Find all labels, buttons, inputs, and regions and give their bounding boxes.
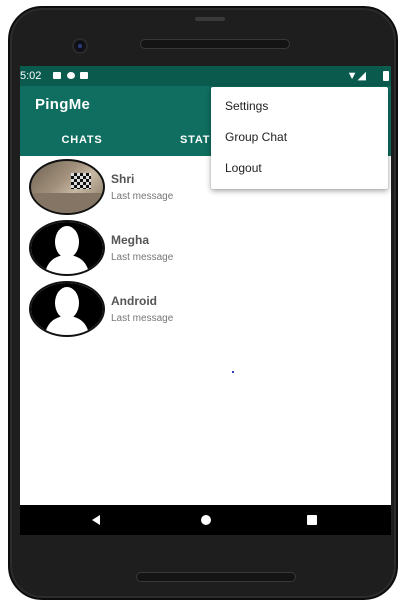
avatar-photo-monitor xyxy=(71,173,91,189)
overflow-menu: Settings Group Chat Logout xyxy=(211,87,388,189)
list-item[interactable]: Megha Last message xyxy=(20,217,391,277)
status-time: 5:02 xyxy=(20,70,42,82)
stray-dot xyxy=(232,371,234,373)
chat-preview: Last message xyxy=(111,252,174,263)
top-speaker-grille xyxy=(140,39,290,49)
avatar xyxy=(29,281,105,337)
navigation-bar xyxy=(20,505,391,535)
list-item[interactable]: Android Last message xyxy=(20,278,391,338)
back-icon[interactable] xyxy=(92,515,100,525)
status-bar: 5:02 ▼◢ xyxy=(20,66,391,86)
menu-item-group-chat[interactable]: Group Chat xyxy=(211,122,388,153)
default-person-icon xyxy=(31,283,103,335)
front-camera-icon xyxy=(74,40,86,52)
avatar-photo-desk xyxy=(31,193,103,213)
battery-icon xyxy=(383,71,389,81)
home-icon[interactable] xyxy=(201,515,211,525)
menu-item-logout[interactable]: Logout xyxy=(211,153,388,184)
sync-icon xyxy=(67,72,75,79)
bottom-speaker-grille xyxy=(136,572,296,582)
notification-icon xyxy=(53,72,61,79)
menu-item-settings[interactable]: Settings xyxy=(211,91,388,122)
chat-preview: Last message xyxy=(111,313,174,324)
chat-name: Shri xyxy=(111,172,135,186)
avatar xyxy=(29,220,105,276)
chat-name: Android xyxy=(111,294,157,308)
default-person-icon xyxy=(31,222,103,274)
recents-icon[interactable] xyxy=(307,515,317,525)
chat-name: Megha xyxy=(111,233,150,247)
tab-chats[interactable]: CHATS xyxy=(20,132,144,156)
app-title: PingMe xyxy=(35,96,91,113)
chat-preview: Last message xyxy=(111,191,174,202)
sd-card-icon xyxy=(80,72,88,79)
avatar xyxy=(29,159,105,215)
wifi-icon: ▼◢ xyxy=(346,70,366,82)
earpiece xyxy=(195,17,225,21)
